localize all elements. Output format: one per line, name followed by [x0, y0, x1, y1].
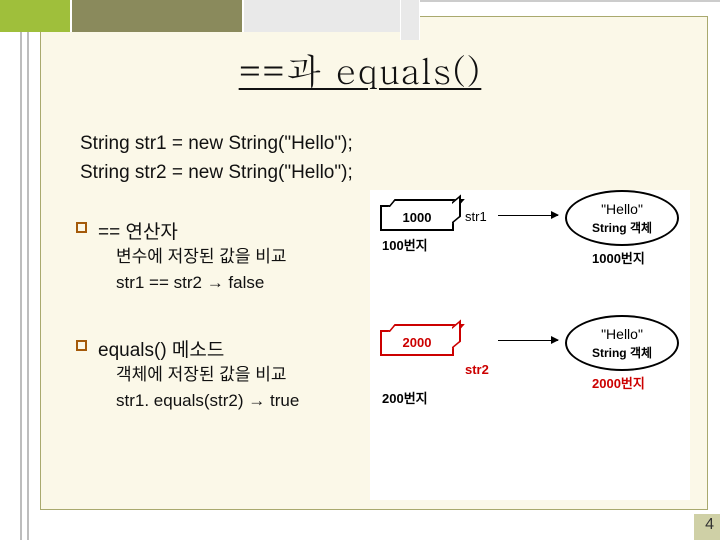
slide-title: ==과 equals(): [0, 44, 720, 95]
box-value: 2000: [403, 335, 432, 350]
label-str1: str1: [465, 209, 487, 224]
decorative-top-line: [420, 0, 720, 2]
box-str1: 1000: [380, 205, 454, 231]
page-number: 4: [705, 516, 714, 534]
box-str2: 2000: [380, 330, 454, 356]
object-ellipse-1: "Hello" String 객체: [565, 190, 679, 246]
code-line-2: String str2 = new String("Hello");: [80, 159, 700, 188]
decorative-stripe: [400, 0, 420, 40]
decorative-top-band: [0, 0, 420, 32]
code-line-1: String str1 = new String("Hello");: [80, 130, 700, 159]
ellipse-hello: "Hello": [601, 326, 643, 342]
arrow-icon: [498, 340, 558, 341]
bullet-icon: [76, 222, 87, 233]
ellipse-hello: "Hello": [601, 201, 643, 217]
ellipse-objlabel: String 객체: [592, 219, 652, 236]
label-str2: str2: [465, 362, 489, 377]
label-addr2: 200번지: [382, 388, 428, 407]
memory-diagram: 1000 str1 100번지 "Hello" String 객체 1000번지…: [370, 190, 690, 500]
bullet-icon: [76, 340, 87, 351]
box-value: 1000: [403, 210, 432, 225]
arrow-icon: [498, 215, 558, 216]
label-addr1: 100번지: [382, 235, 428, 254]
object-ellipse-2: "Hello" String 객체: [565, 315, 679, 371]
label-obj-addr2: 2000번지: [592, 373, 645, 392]
ellipse-objlabel: String 객체: [592, 344, 652, 361]
label-obj-addr1: 1000번지: [592, 248, 645, 267]
